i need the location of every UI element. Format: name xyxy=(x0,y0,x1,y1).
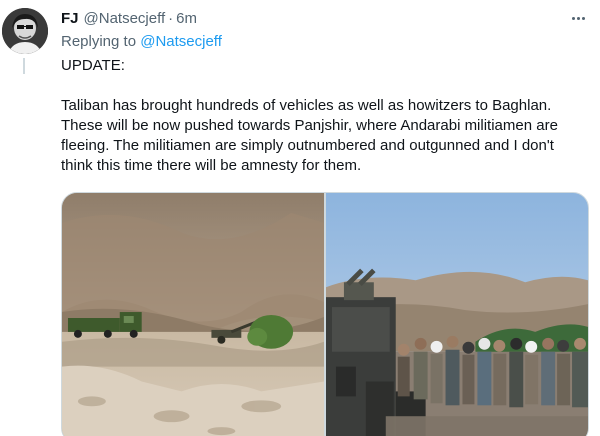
tweet-header: FJ @Natsecjeff · 6m xyxy=(61,8,589,28)
tweet-text-body: Taliban has brought hundreds of vehicles… xyxy=(61,97,558,174)
thread-connector-line xyxy=(23,58,25,74)
avatar[interactable] xyxy=(2,8,48,54)
media-photo-right[interactable] xyxy=(326,193,588,436)
author-display-name[interactable]: FJ xyxy=(61,10,79,27)
tweet-content: FJ @Natsecjeff · 6m Replying to @Natsecj… xyxy=(61,8,589,436)
media-photo-left[interactable] xyxy=(62,193,324,436)
separator-dot: · xyxy=(168,9,174,27)
reply-prefix: Replying to xyxy=(61,33,137,50)
more-horizontal-icon[interactable] xyxy=(567,8,589,28)
reply-to-link[interactable]: @Natsecjeff xyxy=(140,33,222,50)
reply-context: Replying to @Natsecjeff xyxy=(61,32,589,52)
tweet-media-grid xyxy=(61,192,589,436)
tweet-text-line: UPDATE: xyxy=(61,57,125,74)
author-handle[interactable]: @Natsecjeff xyxy=(84,10,166,27)
tweet-text: UPDATE: Taliban has brought hundreds of … xyxy=(61,56,589,176)
tweet-timestamp[interactable]: 6m xyxy=(176,10,197,27)
